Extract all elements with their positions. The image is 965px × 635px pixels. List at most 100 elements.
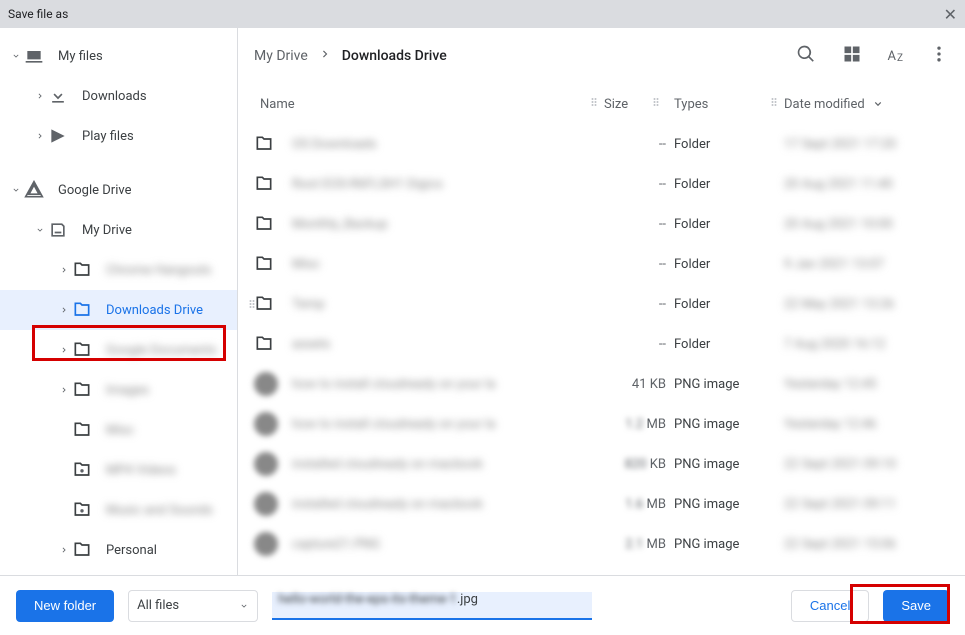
column-date[interactable]: Date modified <box>784 95 949 113</box>
sidebar-item[interactable]: Images <box>0 370 237 410</box>
image-thumbnail <box>254 492 278 516</box>
cancel-button[interactable]: Cancel <box>791 590 869 622</box>
file-list: OS Downloads--Folder17 Sept 2021 17:20Ro… <box>238 124 965 575</box>
folder-icon <box>254 134 274 154</box>
breadcrumb-item[interactable]: My Drive <box>254 48 308 64</box>
new-folder-button[interactable]: New folder <box>16 590 114 622</box>
close-icon[interactable]: ✕ <box>944 5 957 24</box>
breadcrumb-item[interactable]: Downloads Drive <box>342 48 447 64</box>
file-type: PNG image <box>674 497 784 512</box>
sidebar-item[interactable]: My files <box>0 36 237 76</box>
shared-folder-icon <box>72 500 92 520</box>
file-type: Folder <box>674 137 784 152</box>
sidebar-item-label: Misc <box>106 423 134 438</box>
sidebar-item[interactable]: Misc <box>0 410 237 450</box>
window-title: Save file as <box>8 7 68 21</box>
file-type: PNG image <box>674 377 784 392</box>
file-row[interactable]: how to install cloudready on your la41 K… <box>238 364 965 404</box>
file-name: OS Downloads <box>292 137 604 152</box>
file-row[interactable]: installed cloudready on macbook1.6 MBPNG… <box>238 484 965 524</box>
chevron-down-icon[interactable] <box>32 222 48 238</box>
chevron-right-icon[interactable] <box>56 382 72 398</box>
chevron-right-icon[interactable] <box>56 462 72 478</box>
titlebar: Save file as ✕ <box>0 0 965 28</box>
file-size: -- <box>604 217 674 232</box>
chevron-down-icon[interactable] <box>8 48 24 64</box>
sidebar-item[interactable]: Downloads <box>0 76 237 116</box>
file-date: 20 Aug 2021 11:40 <box>784 177 949 192</box>
file-date: 17 Sept 2021 17:20 <box>784 137 949 152</box>
file-date: Yesterday 12:45 <box>784 377 949 392</box>
sidebar-item[interactable]: Music and Sounds <box>0 490 237 530</box>
chevron-right-icon[interactable] <box>32 88 48 104</box>
file-row[interactable]: capture21.PNG2.1 MBPNG image22 Sept 2021… <box>238 524 965 564</box>
file-row[interactable]: installed cloudready on macbook820 KBPNG… <box>238 444 965 484</box>
sidebar-item-label: Personal <box>106 543 157 558</box>
folder-icon <box>254 174 274 194</box>
file-size: 1.6 MB <box>604 497 674 512</box>
drag-handle-icon[interactable] <box>246 298 258 314</box>
search-icon[interactable] <box>796 44 816 68</box>
save-button[interactable]: Save <box>883 590 949 622</box>
more-icon[interactable] <box>929 44 949 68</box>
file-row[interactable]: how to install cloudready on your la1.2 … <box>238 404 965 444</box>
chevron-right-icon[interactable] <box>56 422 72 438</box>
file-row[interactable]: Monthly_Backup--Folder20 Aug 2021 10:00 <box>238 204 965 244</box>
sidebar-item-label: Music and Sounds <box>106 503 213 518</box>
file-size: -- <box>604 177 674 192</box>
grid-view-icon[interactable] <box>842 44 862 68</box>
shared-folder-icon <box>72 460 92 480</box>
file-date: 22 Sept 2021 15:06 <box>784 537 949 552</box>
file-row[interactable]: OS Downloads--Folder17 Sept 2021 17:20 <box>238 124 965 164</box>
file-name: Root EOS-R6FLSH1 Digics <box>292 177 604 192</box>
column-name[interactable]: Name <box>254 96 604 112</box>
file-date: 22 Sept 2021 09:10 <box>784 457 949 472</box>
file-type: Folder <box>674 337 784 352</box>
laptop-icon <box>24 46 44 66</box>
sidebar-item-label: Google Drive <box>58 183 131 198</box>
sidebar-item[interactable]: Play files <box>0 116 237 156</box>
file-row[interactable]: Root EOS-R6FLSH1 Digics--Folder20 Aug 20… <box>238 164 965 204</box>
file-row[interactable]: assets--Folder7 Aug 2020 16:12 <box>238 324 965 364</box>
sidebar-item[interactable]: Downloads Drive <box>0 290 237 330</box>
sidebar-item[interactable]: Google Drive <box>0 170 237 210</box>
file-row[interactable]: Misc--Folder9 Jan 2021 13:07 <box>238 244 965 284</box>
file-type: PNG image <box>674 537 784 552</box>
sidebar-item-label: MP4 Videos <box>106 463 176 478</box>
sidebar-item[interactable]: Personal <box>0 530 237 570</box>
toolbar: My Drive Downloads Drive AZ <box>238 28 965 84</box>
chevron-right-icon[interactable] <box>56 502 72 518</box>
file-row[interactable]: Temp--Folder22 May 2021 13:26 <box>238 284 965 324</box>
column-types[interactable]: Types <box>674 96 784 112</box>
folder-icon <box>72 420 92 440</box>
file-name: installed cloudready on macbook <box>292 457 604 472</box>
file-name: how to install cloudready on your la <box>292 377 604 392</box>
sidebar-item[interactable]: Chrome Hangouts <box>0 250 237 290</box>
folder-icon <box>72 300 92 320</box>
filename-input[interactable]: hello-world-the-eps-its-theme-1.jpg <box>272 592 592 620</box>
file-list-header: Name Size Types Date modified <box>238 84 965 124</box>
folder-icon <box>72 540 92 560</box>
file-size: 820 KB <box>604 457 674 472</box>
chevron-right-icon[interactable] <box>56 342 72 358</box>
sidebar-item[interactable]: Google Documents <box>0 330 237 370</box>
chevron-right-icon[interactable] <box>32 128 48 144</box>
sort-az-button[interactable]: AZ <box>888 49 903 64</box>
chevron-right-icon[interactable] <box>56 542 72 558</box>
file-name: Temp <box>292 297 604 312</box>
sidebar-item-label: Play files <box>82 129 134 144</box>
file-date: Yesterday 12:46 <box>784 417 949 432</box>
sidebar-item[interactable]: MP4 Videos <box>0 450 237 490</box>
column-size[interactable]: Size <box>604 96 674 112</box>
sidebar-item[interactable]: My Drive <box>0 210 237 250</box>
chevron-right-icon[interactable] <box>56 262 72 278</box>
chevron-down-icon[interactable] <box>8 182 24 198</box>
footer: New folder All files hello-world-the-eps… <box>0 575 965 635</box>
file-type-select[interactable]: All files <box>128 590 258 622</box>
sidebar: My filesDownloads Play files Google Drive M… <box>0 28 238 575</box>
file-name: Monthly_Backup <box>292 217 604 232</box>
chevron-right-icon[interactable] <box>56 302 72 318</box>
file-type: Folder <box>674 177 784 192</box>
sidebar-item-label: Google Documents <box>106 343 217 358</box>
file-date: 9 Jan 2021 13:07 <box>784 257 949 272</box>
